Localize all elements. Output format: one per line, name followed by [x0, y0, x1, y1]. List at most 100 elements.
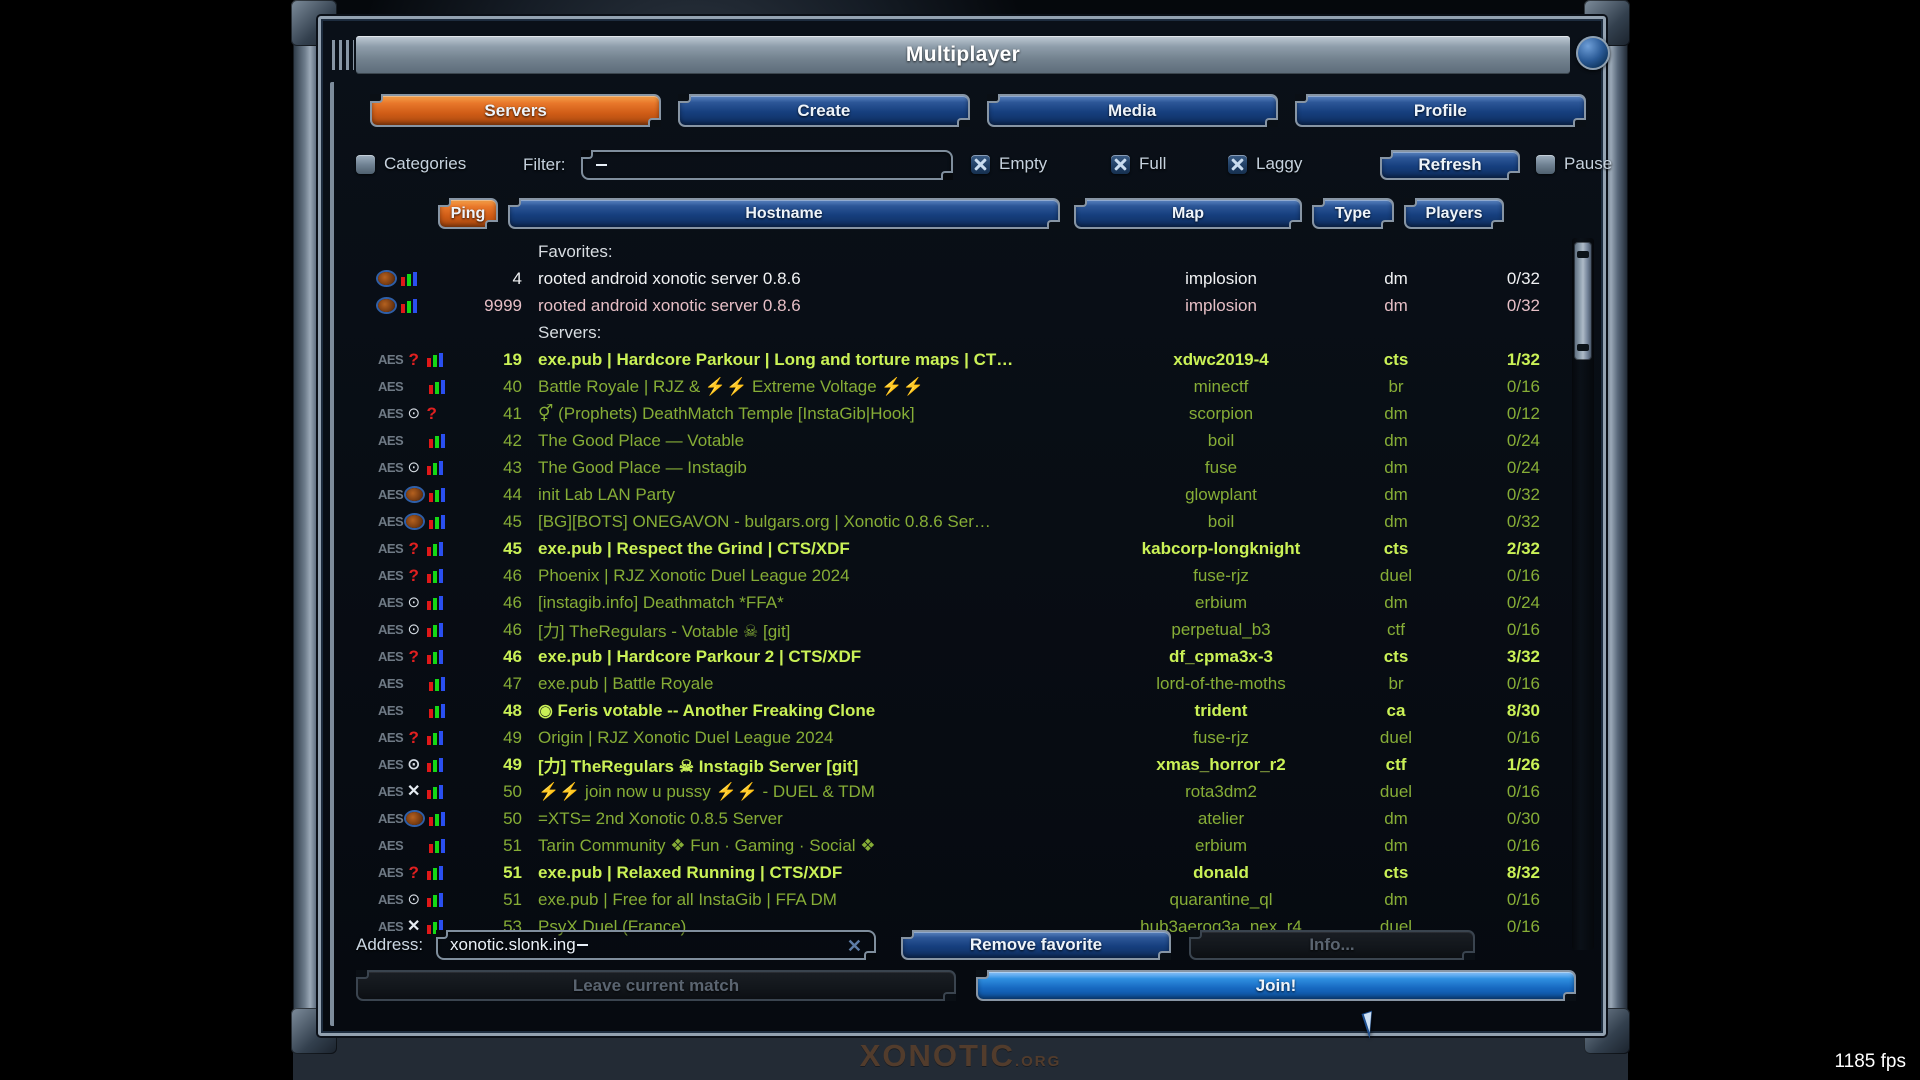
- row-players: 0/24: [1506, 430, 1540, 450]
- globe-icon: [406, 812, 424, 825]
- signal-bars-icon: [427, 865, 444, 880]
- row-hostname: rooted android xonotic server 0.8.6: [538, 295, 801, 315]
- table-row[interactable]: AES 48 ◉ Feris votable -- Another Freaking…: [356, 697, 1586, 724]
- tab-create[interactable]: Create: [678, 94, 970, 127]
- laggy-label: Laggy: [1256, 154, 1303, 173]
- tab-profile[interactable]: Profile: [1294, 94, 1586, 127]
- table-row[interactable]: AES 42 The Good Place — Votable boil dm 0/24: [356, 427, 1586, 454]
- row-players: 0/32: [1506, 295, 1540, 315]
- checkbox-icon: [356, 154, 375, 174]
- table-row[interactable]: AES? 45 exe.pub | Respect the Grind | CTS/…: [356, 535, 1586, 562]
- table-row[interactable]: AES ✕ 50 ⚡⚡ join now u pussy ⚡⚡ - DUEL & TD…: [356, 778, 1586, 805]
- row-players: 8/30: [1506, 700, 1540, 720]
- row-players: 0/16: [1506, 673, 1540, 693]
- full-checkbox[interactable]: Full: [1111, 154, 1166, 174]
- table-row[interactable]: 9999 rooted android xonotic server 0.8.6 i…: [356, 292, 1586, 319]
- aes-icon: AES: [378, 460, 404, 475]
- dialog-titlebar[interactable]: Multiplayer: [356, 36, 1570, 74]
- row-hostname: Phoenix | RJZ Xonotic Duel League 2024: [538, 565, 850, 585]
- table-row[interactable]: 4 rooted android xonotic server 0.8.6 impl…: [356, 265, 1586, 292]
- signal-bars-icon: [401, 271, 417, 286]
- row-hostname: Battle Royale | RJZ & ⚡⚡ Extreme Voltage…: [538, 376, 924, 396]
- row-ping: 41: [503, 403, 522, 423]
- row-map: trident: [1194, 700, 1248, 720]
- table-row[interactable]: AES 50 =XTS= 2nd Xonotic 0.8.5 Server ateli…: [356, 805, 1586, 832]
- table-row[interactable]: AES 45 [BG][BOTS] ONEGAVON - bulgars.org |…: [356, 508, 1586, 535]
- table-row[interactable]: AES? 46 Phoenix | RJZ Xonotic Duel League …: [356, 562, 1586, 589]
- table-row[interactable]: AES 51 Tarin Community ❖ Fun · Gaming · So…: [356, 832, 1586, 859]
- column-header-type[interactable]: Type: [1312, 198, 1394, 229]
- server-list-scrollbar[interactable]: [1572, 238, 1594, 950]
- table-row[interactable]: AES ⊙ 46 [instagib.info] Deathmatch *FFA* er…: [356, 589, 1586, 616]
- table-row[interactable]: AES ⊙ 49 [力] TheRegulars ☠ Instagib Server …: [356, 751, 1586, 778]
- row-type: br: [1388, 376, 1404, 396]
- full-label: Full: [1139, 154, 1167, 173]
- tab-media[interactable]: Media: [986, 94, 1278, 127]
- row-ping: 45: [503, 511, 522, 531]
- row-players: 0/16: [1506, 727, 1540, 747]
- unknown-mod-icon: ?: [426, 404, 437, 423]
- row-hostname: [力] TheRegulars - Votable ☠ [git]: [538, 622, 791, 641]
- row-hostname: exe.pub | Relaxed Running | CTS/XDF: [538, 862, 843, 882]
- aes-icon: AES: [378, 730, 404, 745]
- close-icon[interactable]: [1576, 36, 1610, 70]
- info-label: Info...: [1309, 935, 1355, 954]
- categories-checkbox[interactable]: Categories: [356, 154, 466, 174]
- row-hostname: exe.pub | Free for all InstaGib | FFA DM: [538, 889, 837, 909]
- column-header-ping[interactable]: Ping: [438, 198, 498, 229]
- clear-icon[interactable]: ✕: [847, 936, 862, 957]
- row-map: implosion: [1185, 295, 1257, 315]
- table-row[interactable]: AES 44 init Lab LAN Party glowplant dm 0/32: [356, 481, 1586, 508]
- page-title: Multiplayer: [905, 43, 1021, 66]
- table-row[interactable]: AES ⊙ 46 [力] TheRegulars - Votable ☠ [git] p…: [356, 616, 1586, 643]
- column-header-hostname-label: Hostname: [745, 204, 823, 222]
- row-ping: 46: [503, 565, 522, 585]
- table-row[interactable]: AES? 46 exe.pub | Hardcore Parkour 2 | CTS…: [356, 643, 1586, 670]
- row-icons: [356, 271, 446, 286]
- laggy-checkbox[interactable]: Laggy: [1228, 154, 1302, 174]
- row-ping: 49: [503, 754, 522, 774]
- instagib-mod-icon: ⊙: [407, 756, 421, 773]
- remove-favorite-button[interactable]: Remove favorite: [901, 930, 1171, 960]
- unknown-mod-icon: ?: [408, 647, 419, 666]
- column-header-map[interactable]: Map: [1074, 198, 1302, 229]
- row-players: 8/32: [1506, 862, 1540, 882]
- table-row[interactable]: AES 40 Battle Royale | RJZ & ⚡⚡ Extreme Vo…: [356, 373, 1586, 400]
- row-icons: AES ⊙: [356, 622, 446, 637]
- aes-icon: AES: [378, 784, 404, 799]
- dialog-body: Servers Create Media Profile Categories …: [330, 82, 1612, 1026]
- column-header-hostname[interactable]: Hostname: [508, 198, 1060, 229]
- aes-icon: AES: [378, 622, 404, 637]
- refresh-button[interactable]: Refresh: [1380, 150, 1520, 180]
- row-icons: AES: [356, 487, 446, 502]
- filter-input[interactable]: [581, 150, 953, 180]
- signal-bars-icon: [427, 460, 444, 475]
- pause-checkbox[interactable]: Pause: [1536, 154, 1612, 174]
- row-hostname: exe.pub | Battle Royale: [538, 673, 714, 693]
- aes-icon: AES: [378, 811, 404, 826]
- address-input[interactable]: xonotic.slonk.ing ✕: [436, 930, 876, 960]
- scrollbar-thumb[interactable]: [1574, 242, 1592, 360]
- row-map: kabcorp-longknight: [1141, 538, 1301, 558]
- table-row[interactable]: AES? 49 Origin | RJZ Xonotic Duel League 2…: [356, 724, 1586, 751]
- leave-match-label: Leave current match: [572, 975, 740, 995]
- row-hostname: [力] TheRegulars ☠ Instagib Server [git]: [538, 757, 859, 776]
- empty-checkbox[interactable]: Empty: [971, 154, 1047, 174]
- signal-bars-icon: [427, 541, 444, 556]
- join-button[interactable]: Join!: [976, 970, 1576, 1001]
- row-ping: 9999: [484, 295, 522, 315]
- table-row[interactable]: AES 47 exe.pub | Battle Royale lord-of-the-…: [356, 670, 1586, 697]
- aes-icon: AES: [378, 352, 404, 367]
- server-list[interactable]: Favorites: 4 rooted android xonotic server…: [356, 238, 1586, 950]
- tab-servers[interactable]: Servers: [370, 94, 662, 127]
- row-hostname: Tarin Community ❖ Fun · Gaming · Social …: [538, 835, 876, 855]
- signal-bars-icon: [427, 784, 444, 799]
- table-row[interactable]: AES ⊙ 51 exe.pub | Free for all InstaGib | …: [356, 886, 1586, 913]
- table-row[interactable]: AES? 19 exe.pub | Hardcore Parkour | Long …: [356, 346, 1586, 373]
- table-row[interactable]: AES ⊙ 43 The Good Place — Instagib fuse dm 0/2…: [356, 454, 1586, 481]
- table-row[interactable]: AES ⊙? 41 ⚥ (Prophets) DeathMatch Temple [I…: [356, 400, 1586, 427]
- table-row[interactable]: AES? 51 exe.pub | Relaxed Running | CTS/XD…: [356, 859, 1586, 886]
- column-header-players[interactable]: Players: [1404, 198, 1504, 229]
- row-ping: 4: [512, 268, 522, 288]
- row-icons: AES: [356, 433, 446, 448]
